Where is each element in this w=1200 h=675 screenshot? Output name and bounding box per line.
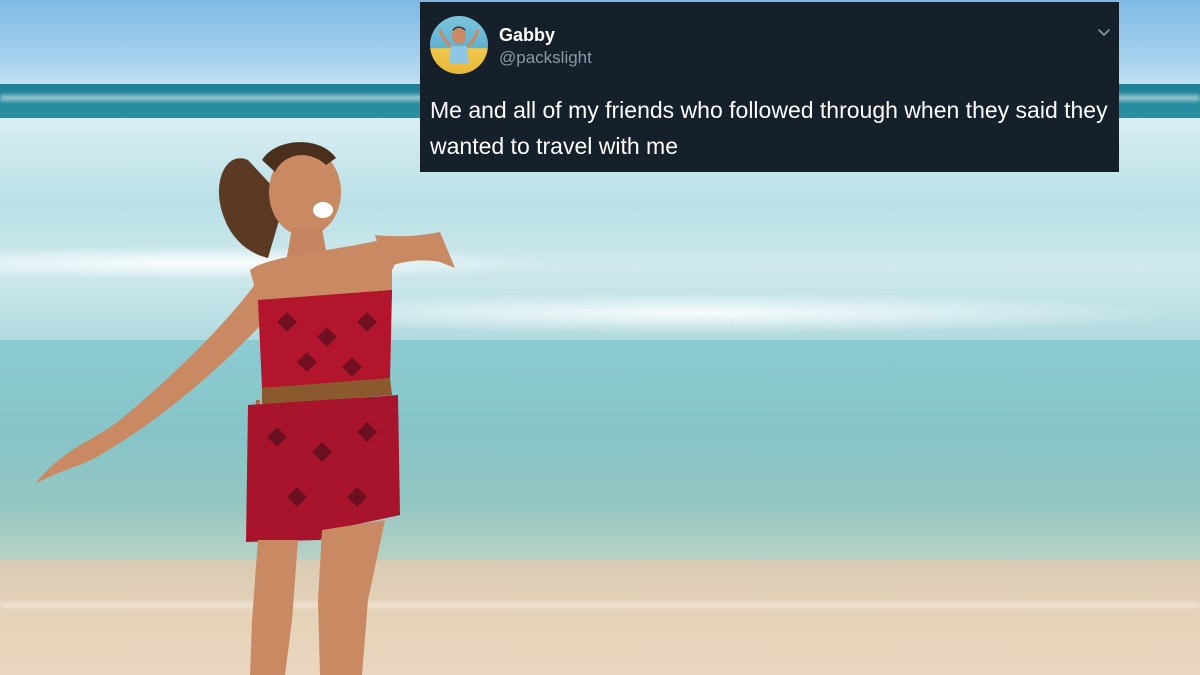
- tweet-text: Me and all of my friends who followed th…: [430, 97, 1108, 159]
- author-handle[interactable]: @packslight: [499, 48, 592, 68]
- avatar[interactable]: [430, 16, 488, 74]
- chevron-down-icon[interactable]: [1096, 24, 1112, 40]
- author-name[interactable]: Gabby: [499, 25, 555, 46]
- meme-image: Gabby @packslight Me and all of my frien…: [0, 0, 1200, 675]
- tweet-card[interactable]: Gabby @packslight Me and all of my frien…: [420, 2, 1119, 172]
